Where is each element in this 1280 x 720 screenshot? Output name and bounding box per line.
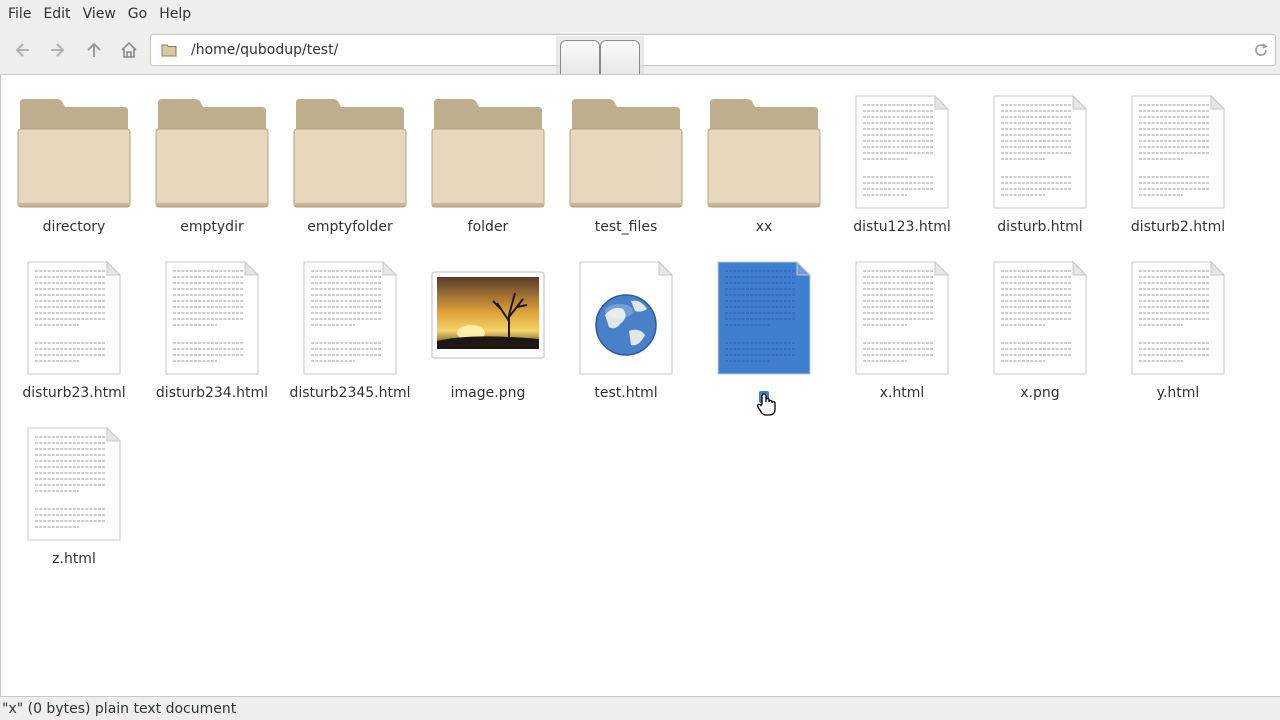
folder-item[interactable]: xx	[695, 77, 833, 237]
folder-item[interactable]: test_files	[557, 77, 695, 237]
file-item[interactable]: test.html	[557, 243, 695, 403]
folder-item[interactable]: folder	[419, 77, 557, 237]
folder-icon	[155, 99, 269, 208]
file-item[interactable]: x.png	[971, 243, 1109, 403]
file-item[interactable]: x	[695, 243, 833, 403]
item-label: image.png	[450, 385, 526, 401]
item-icon	[695, 77, 833, 209]
item-icon	[695, 243, 833, 375]
menu-edit[interactable]: Edit	[37, 0, 76, 28]
item-icon	[281, 77, 419, 209]
menu-help[interactable]: Help	[153, 0, 197, 28]
web-page-icon	[579, 261, 673, 375]
forward-button[interactable]	[45, 37, 71, 63]
item-icon	[5, 409, 143, 541]
back-button[interactable]	[9, 37, 35, 63]
status-bar: "x" (0 bytes) plain text document	[0, 698, 1280, 720]
item-label: disturb.html	[997, 219, 1083, 235]
toolbar: /home/qubodup/test/	[0, 28, 1280, 84]
menubar: File Edit View Go Help	[0, 0, 1280, 28]
folder-item[interactable]: emptyfolder	[281, 77, 419, 237]
home-icon	[121, 41, 137, 58]
item-icon	[833, 243, 971, 375]
folder-icon	[17, 99, 131, 208]
item-label: xx	[755, 219, 773, 235]
text-document-icon	[855, 94, 950, 209]
folder-item[interactable]: emptydir	[143, 77, 281, 237]
text-document-icon	[1131, 94, 1226, 209]
item-label: test_files	[594, 219, 658, 235]
file-item[interactable]: z.html	[5, 409, 143, 569]
location-path: /home/qubodup/test/	[191, 42, 339, 58]
text-document-icon	[303, 260, 398, 375]
item-icon	[281, 243, 419, 375]
item-label: disturb23.html	[22, 385, 126, 401]
folder-icon	[431, 99, 545, 208]
back-arrow-icon	[15, 43, 29, 57]
file-item[interactable]: disturb.html	[971, 77, 1109, 237]
home-button[interactable]	[116, 37, 142, 63]
folder-icon	[161, 44, 177, 57]
text-document-icon	[1131, 260, 1226, 375]
file-item[interactable]: disturb234.html	[143, 243, 281, 403]
item-label: emptydir	[180, 219, 244, 235]
folder-icon	[707, 99, 821, 208]
item-icon	[5, 243, 143, 375]
item-icon	[5, 77, 143, 209]
file-item[interactable]: distu123.html	[833, 77, 971, 237]
text-document-icon	[993, 260, 1088, 375]
item-icon	[557, 77, 695, 209]
menu-file[interactable]: File	[2, 0, 37, 28]
image-icon	[431, 271, 545, 359]
item-label: test.html	[594, 385, 658, 401]
item-icon	[143, 77, 281, 209]
item-label: x.html	[879, 385, 925, 401]
menu-view[interactable]: View	[77, 0, 122, 28]
text-document-icon	[717, 260, 812, 375]
item-label: y.html	[1156, 385, 1200, 401]
text-document-icon	[27, 426, 122, 541]
file-item[interactable]: x.html	[833, 243, 971, 403]
location-bar[interactable]: /home/qubodup/test/	[150, 34, 1276, 66]
icon-view[interactable]: directory emptydir emptyfolder folder test_f…	[0, 74, 1280, 697]
item-label: disturb2.html	[1130, 219, 1226, 235]
item-icon	[971, 77, 1109, 209]
folder-item[interactable]: directory	[5, 77, 143, 237]
item-label: distu123.html	[853, 219, 951, 235]
up-button[interactable]	[81, 37, 107, 63]
text-document-icon	[165, 260, 260, 375]
item-label: x.png	[1020, 385, 1060, 401]
item-icon	[143, 243, 281, 375]
folder-icon	[569, 99, 683, 208]
text-document-icon	[27, 260, 122, 375]
item-icon	[419, 77, 557, 209]
reload-icon[interactable]	[1253, 42, 1269, 58]
forward-arrow-icon	[51, 43, 65, 57]
item-label: directory	[42, 219, 106, 235]
file-item[interactable]: y.html	[1109, 243, 1247, 403]
item-icon	[557, 243, 695, 375]
text-document-icon	[855, 260, 950, 375]
item-label: folder	[467, 219, 509, 235]
file-item[interactable]: disturb23.html	[5, 243, 143, 403]
item-icon	[1109, 243, 1247, 375]
text-document-icon	[993, 94, 1088, 209]
item-icon	[419, 243, 557, 375]
up-arrow-icon	[87, 42, 101, 57]
item-icon	[833, 77, 971, 209]
file-item[interactable]: image.png	[419, 243, 557, 403]
item-label: disturb2345.html	[289, 385, 411, 401]
file-item[interactable]: disturb2.html	[1109, 77, 1247, 237]
item-label: z.html	[52, 551, 96, 567]
item-label: disturb234.html	[155, 385, 269, 401]
hand-cursor-icon	[756, 393, 776, 416]
folder-icon	[293, 99, 407, 208]
item-label: emptyfolder	[307, 219, 393, 235]
file-item[interactable]: disturb2345.html	[281, 243, 419, 403]
item-icon	[971, 243, 1109, 375]
item-icon	[1109, 77, 1247, 209]
menu-go[interactable]: Go	[122, 0, 153, 28]
